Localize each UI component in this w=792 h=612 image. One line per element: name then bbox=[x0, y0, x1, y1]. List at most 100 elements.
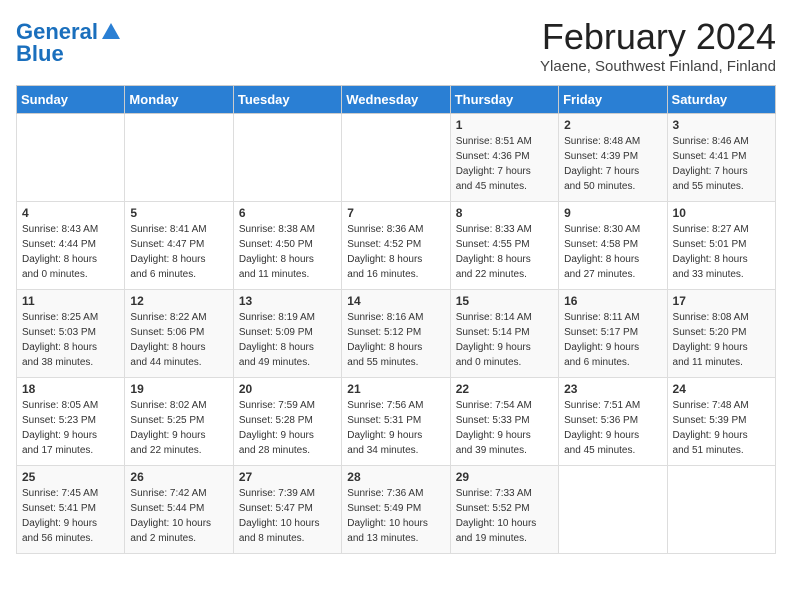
day-number: 11 bbox=[22, 294, 119, 308]
calendar-cell: 3 Sunrise: 8:46 AM Sunset: 4:41 PM Daylig… bbox=[667, 114, 775, 202]
day-info: Sunrise: 8:08 AM Sunset: 5:20 PM Dayligh… bbox=[673, 310, 770, 370]
calendar-cell: 7 Sunrise: 8:36 AM Sunset: 4:52 PM Daylig… bbox=[342, 202, 450, 290]
title-block: February 2024 Ylaene, Southwest Finland,… bbox=[540, 16, 776, 75]
calendar-cell: 28 Sunrise: 7:36 AM Sunset: 5:49 PM Dayli… bbox=[342, 466, 450, 554]
calendar-cell bbox=[667, 466, 775, 554]
calendar-cell: 17 Sunrise: 8:08 AM Sunset: 5:20 PM Dayli… bbox=[667, 290, 775, 378]
calendar-cell: 26 Sunrise: 7:42 AM Sunset: 5:44 PM Dayli… bbox=[125, 466, 233, 554]
header-sunday: Sunday bbox=[17, 86, 125, 114]
logo-icon bbox=[100, 21, 122, 43]
day-number: 5 bbox=[130, 206, 227, 220]
calendar-cell: 8 Sunrise: 8:33 AM Sunset: 4:55 PM Daylig… bbox=[450, 202, 558, 290]
day-number: 1 bbox=[456, 118, 553, 132]
day-info: Sunrise: 8:05 AM Sunset: 5:23 PM Dayligh… bbox=[22, 398, 119, 458]
day-info: Sunrise: 8:46 AM Sunset: 4:41 PM Dayligh… bbox=[673, 134, 770, 194]
calendar-cell: 27Sunrise: 7:39 AM Sunset: 5:47 PM Dayli… bbox=[233, 466, 341, 554]
day-number: 21 bbox=[347, 382, 444, 396]
day-info: Sunrise: 8:25 AM Sunset: 5:03 PM Dayligh… bbox=[22, 310, 119, 370]
calendar-cell bbox=[342, 114, 450, 202]
day-number: 3 bbox=[673, 118, 770, 132]
day-info: Sunrise: 8:02 AM Sunset: 5:25 PM Dayligh… bbox=[130, 398, 227, 458]
day-number: 13 bbox=[239, 294, 336, 308]
day-number: 26 bbox=[130, 470, 227, 484]
calendar-week-2: 4 Sunrise: 8:43 AM Sunset: 4:44 PM Daylig… bbox=[17, 202, 776, 290]
day-number: 4 bbox=[22, 206, 119, 220]
day-number: 22 bbox=[456, 382, 553, 396]
day-info: Sunrise: 7:48 AM Sunset: 5:39 PM Dayligh… bbox=[673, 398, 770, 458]
day-info: Sunrise: 8:19 AM Sunset: 5:09 PM Dayligh… bbox=[239, 310, 336, 370]
header-thursday: Thursday bbox=[450, 86, 558, 114]
calendar-header-row: SundayMondayTuesdayWednesdayThursdayFrid… bbox=[17, 86, 776, 114]
day-info: Sunrise: 8:22 AM Sunset: 5:06 PM Dayligh… bbox=[130, 310, 227, 370]
calendar-cell: 23Sunrise: 7:51 AM Sunset: 5:36 PM Dayli… bbox=[559, 378, 667, 466]
calendar-cell: 5 Sunrise: 8:41 AM Sunset: 4:47 PM Daylig… bbox=[125, 202, 233, 290]
day-info: Sunrise: 7:45 AM Sunset: 5:41 PM Dayligh… bbox=[22, 486, 119, 546]
calendar-cell: 12 Sunrise: 8:22 AM Sunset: 5:06 PM Dayli… bbox=[125, 290, 233, 378]
calendar-cell: 13 Sunrise: 8:19 AM Sunset: 5:09 PM Dayli… bbox=[233, 290, 341, 378]
calendar-cell: 1 Sunrise: 8:51 AM Sunset: 4:36 PM Daylig… bbox=[450, 114, 558, 202]
day-number: 29 bbox=[456, 470, 553, 484]
day-number: 18 bbox=[22, 382, 119, 396]
calendar-cell bbox=[559, 466, 667, 554]
day-info: Sunrise: 8:43 AM Sunset: 4:44 PM Dayligh… bbox=[22, 222, 119, 282]
location-subtitle: Ylaene, Southwest Finland, Finland bbox=[540, 58, 776, 75]
day-info: Sunrise: 8:33 AM Sunset: 4:55 PM Dayligh… bbox=[456, 222, 553, 282]
day-number: 17 bbox=[673, 294, 770, 308]
calendar-cell bbox=[17, 114, 125, 202]
day-info: Sunrise: 7:59 AM Sunset: 5:28 PM Dayligh… bbox=[239, 398, 336, 458]
day-number: 23 bbox=[564, 382, 661, 396]
day-info: Sunrise: 8:16 AM Sunset: 5:12 PM Dayligh… bbox=[347, 310, 444, 370]
calendar-table: SundayMondayTuesdayWednesdayThursdayFrid… bbox=[16, 85, 776, 554]
day-info: Sunrise: 8:11 AM Sunset: 5:17 PM Dayligh… bbox=[564, 310, 661, 370]
day-info: Sunrise: 8:41 AM Sunset: 4:47 PM Dayligh… bbox=[130, 222, 227, 282]
day-number: 24 bbox=[673, 382, 770, 396]
calendar-cell: 25 Sunrise: 7:45 AM Sunset: 5:41 PM Dayli… bbox=[17, 466, 125, 554]
day-info: Sunrise: 8:38 AM Sunset: 4:50 PM Dayligh… bbox=[239, 222, 336, 282]
month-year-title: February 2024 bbox=[540, 16, 776, 58]
logo-text-blue: Blue bbox=[16, 41, 64, 66]
calendar-cell: 10 Sunrise: 8:27 AM Sunset: 5:01 PM Dayli… bbox=[667, 202, 775, 290]
day-info: Sunrise: 8:27 AM Sunset: 5:01 PM Dayligh… bbox=[673, 222, 770, 282]
day-info: Sunrise: 7:56 AM Sunset: 5:31 PM Dayligh… bbox=[347, 398, 444, 458]
day-info: Sunrise: 7:36 AM Sunset: 5:49 PM Dayligh… bbox=[347, 486, 444, 546]
day-info: Sunrise: 8:14 AM Sunset: 5:14 PM Dayligh… bbox=[456, 310, 553, 370]
calendar-cell: 11 Sunrise: 8:25 AM Sunset: 5:03 PM Dayli… bbox=[17, 290, 125, 378]
day-info: Sunrise: 8:30 AM Sunset: 4:58 PM Dayligh… bbox=[564, 222, 661, 282]
page-header: General Blue February 2024 Ylaene, South… bbox=[16, 16, 776, 75]
day-info: Sunrise: 7:54 AM Sunset: 5:33 PM Dayligh… bbox=[456, 398, 553, 458]
day-number: 6 bbox=[239, 206, 336, 220]
calendar-week-5: 25 Sunrise: 7:45 AM Sunset: 5:41 PM Dayli… bbox=[17, 466, 776, 554]
calendar-week-4: 18 Sunrise: 8:05 AM Sunset: 5:23 PM Dayli… bbox=[17, 378, 776, 466]
header-tuesday: Tuesday bbox=[233, 86, 341, 114]
calendar-cell: 2Sunrise: 8:48 AM Sunset: 4:39 PM Daylig… bbox=[559, 114, 667, 202]
day-number: 12 bbox=[130, 294, 227, 308]
day-number: 16 bbox=[564, 294, 661, 308]
calendar-cell: 19 Sunrise: 8:02 AM Sunset: 5:25 PM Dayli… bbox=[125, 378, 233, 466]
calendar-cell: 6 Sunrise: 8:38 AM Sunset: 4:50 PM Daylig… bbox=[233, 202, 341, 290]
day-number: 10 bbox=[673, 206, 770, 220]
calendar-cell: 24 Sunrise: 7:48 AM Sunset: 5:39 PM Dayli… bbox=[667, 378, 775, 466]
calendar-week-3: 11 Sunrise: 8:25 AM Sunset: 5:03 PM Dayli… bbox=[17, 290, 776, 378]
calendar-cell bbox=[233, 114, 341, 202]
day-number: 8 bbox=[456, 206, 553, 220]
day-info: Sunrise: 8:51 AM Sunset: 4:36 PM Dayligh… bbox=[456, 134, 553, 194]
header-friday: Friday bbox=[559, 86, 667, 114]
calendar-cell: 18 Sunrise: 8:05 AM Sunset: 5:23 PM Dayli… bbox=[17, 378, 125, 466]
calendar-cell: 16 Sunrise: 8:11 AM Sunset: 5:17 PM Dayli… bbox=[559, 290, 667, 378]
day-info: Sunrise: 8:36 AM Sunset: 4:52 PM Dayligh… bbox=[347, 222, 444, 282]
day-number: 9 bbox=[564, 206, 661, 220]
day-number: 28 bbox=[347, 470, 444, 484]
day-info: Sunrise: 7:42 AM Sunset: 5:44 PM Dayligh… bbox=[130, 486, 227, 546]
calendar-cell: 29Sunrise: 7:33 AM Sunset: 5:52 PM Dayli… bbox=[450, 466, 558, 554]
day-number: 25 bbox=[22, 470, 119, 484]
calendar-cell: 22 Sunrise: 7:54 AM Sunset: 5:33 PM Dayli… bbox=[450, 378, 558, 466]
day-number: 7 bbox=[347, 206, 444, 220]
day-number: 19 bbox=[130, 382, 227, 396]
header-saturday: Saturday bbox=[667, 86, 775, 114]
calendar-cell bbox=[125, 114, 233, 202]
header-monday: Monday bbox=[125, 86, 233, 114]
logo: General Blue bbox=[16, 20, 122, 66]
calendar-cell: 9 Sunrise: 8:30 AM Sunset: 4:58 PM Daylig… bbox=[559, 202, 667, 290]
day-number: 14 bbox=[347, 294, 444, 308]
day-number: 20 bbox=[239, 382, 336, 396]
